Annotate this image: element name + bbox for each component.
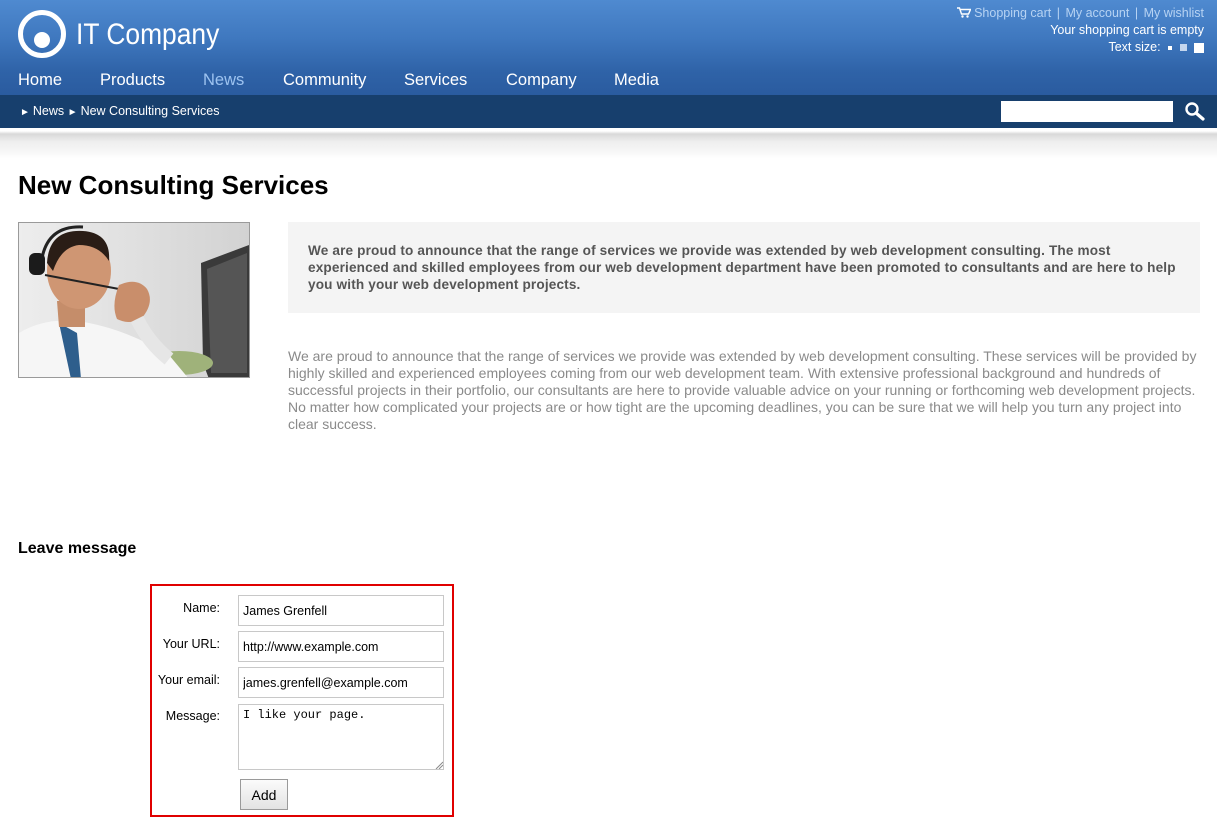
add-button[interactable]: Add (240, 779, 288, 810)
breadcrumb-news[interactable]: News (33, 104, 64, 118)
cart-status: Your shopping cart is empty (1050, 23, 1204, 37)
nav-item-media[interactable]: Media (614, 71, 659, 90)
article-body: We are proud to announce that the range … (288, 348, 1197, 432)
email-input[interactable] (238, 667, 444, 698)
page-title: New Consulting Services (18, 170, 329, 200)
header-shadow-band (0, 128, 1217, 158)
nav-item-products[interactable]: Products (100, 71, 165, 90)
my-account-link[interactable]: My account (1065, 6, 1129, 20)
separator: | (1056, 6, 1060, 20)
nav-item-home[interactable]: Home (18, 71, 62, 90)
text-size-label: Text size: (1108, 40, 1161, 54)
message-form: Name: Your URL: Your email: Message: I l… (150, 584, 454, 817)
my-wishlist-link[interactable]: My wishlist (1144, 6, 1204, 20)
logo-text: IT Company (76, 18, 220, 51)
nav-item-community[interactable]: Community (283, 71, 366, 90)
article-intro-box: We are proud to announce that the range … (288, 222, 1200, 313)
url-label: Your URL: (162, 637, 220, 651)
name-label: Name: (183, 601, 220, 615)
main-nav: Home Products News Community Services Co… (0, 71, 700, 93)
account-links: Shopping cart | My account | My wishlist (957, 5, 1204, 22)
text-size-control: Text size: (957, 39, 1204, 56)
nav-item-news[interactable]: News (203, 71, 244, 90)
leave-message-heading: Leave message (18, 540, 137, 557)
utility-links: Shopping cart | My account | My wishlist… (957, 5, 1204, 56)
text-size-large-button[interactable] (1194, 42, 1204, 53)
message-label: Message: (165, 709, 220, 723)
url-input[interactable] (238, 631, 444, 662)
search-icon[interactable] (1184, 101, 1206, 122)
breadcrumb-bar: ► News ► New Consulting Services (0, 95, 1217, 128)
breadcrumb-arrow-icon: ► (67, 107, 78, 118)
resize-grip-icon[interactable] (435, 761, 443, 769)
breadcrumb: ► News ► New Consulting Services (20, 104, 220, 118)
separator: | (1134, 6, 1139, 20)
name-input[interactable] (238, 595, 444, 626)
breadcrumb-arrow-icon: ► (20, 107, 30, 118)
logo-dot-icon (34, 32, 50, 48)
search-input[interactable] (1001, 101, 1173, 122)
email-label: Your email: (157, 673, 220, 687)
breadcrumb-current[interactable]: New Consulting Services (81, 104, 220, 118)
nav-item-company[interactable]: Company (506, 71, 577, 90)
cart-icon (957, 7, 972, 18)
message-textarea[interactable]: I like your page. (238, 704, 444, 770)
article-image (18, 222, 250, 378)
shopping-cart-link[interactable]: Shopping cart (974, 6, 1051, 20)
site-logo[interactable]: IT Company (18, 10, 228, 60)
site-header: IT Company Shopping cart | My account | … (0, 0, 1217, 95)
text-size-small-button[interactable] (1168, 45, 1173, 50)
nav-item-services[interactable]: Services (404, 71, 467, 90)
text-size-medium-button[interactable] (1179, 44, 1187, 52)
consultant-photo-illustration (19, 223, 249, 377)
article-intro: We are proud to announce that the range … (308, 243, 1176, 292)
